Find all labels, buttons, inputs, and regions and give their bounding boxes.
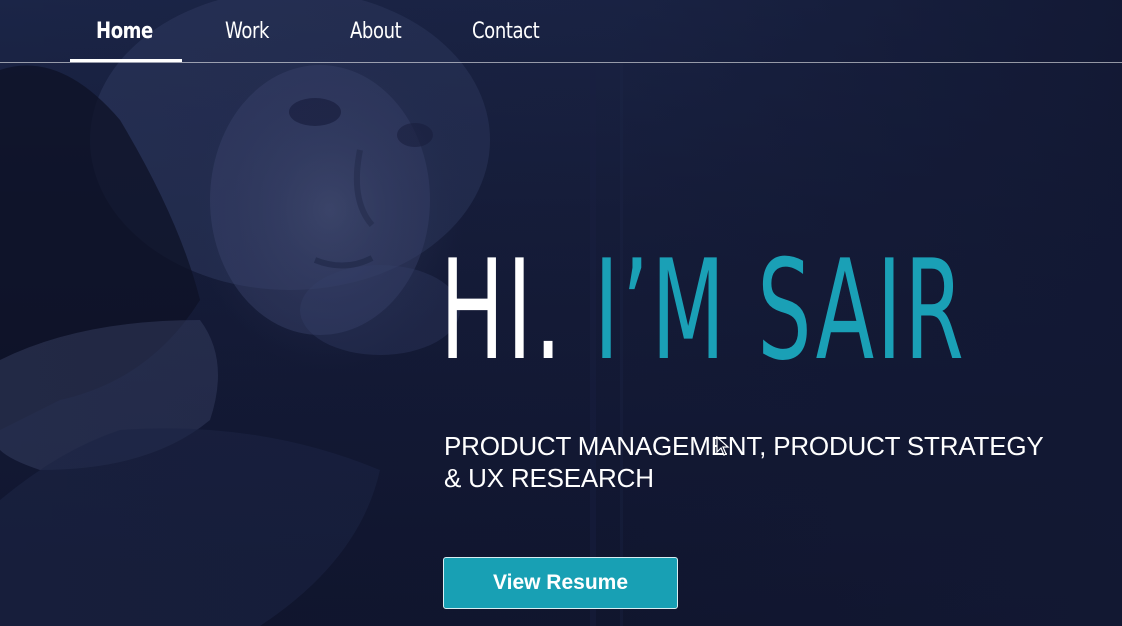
active-nav-indicator [70,59,182,62]
top-navigation: Home Work About Contact [0,0,1122,63]
nav-item-home[interactable]: Home [96,14,153,50]
page: Home Work About Contact HI. I’M SAIR PRO… [0,0,1122,626]
nav-item-work[interactable]: Work [225,14,269,50]
view-resume-button[interactable]: View Resume [443,557,678,609]
hero-headline: HI. I’M SAIR [440,236,966,386]
tagline-line-2: & UX RESEARCH [444,463,654,493]
hero-tagline: PRODUCT MANAGEMENT, PRODUCT STRATEGY & U… [444,430,1084,494]
tagline-line-1: PRODUCT MANAGEMENT, PRODUCT STRATEGY [444,431,1044,461]
hero-name: I’M SAIR [593,230,967,391]
text-cursor-icon [716,436,730,456]
nav-item-contact[interactable]: Contact [472,14,540,50]
nav-item-about[interactable]: About [350,14,402,50]
hero-greeting: HI. [440,230,565,391]
